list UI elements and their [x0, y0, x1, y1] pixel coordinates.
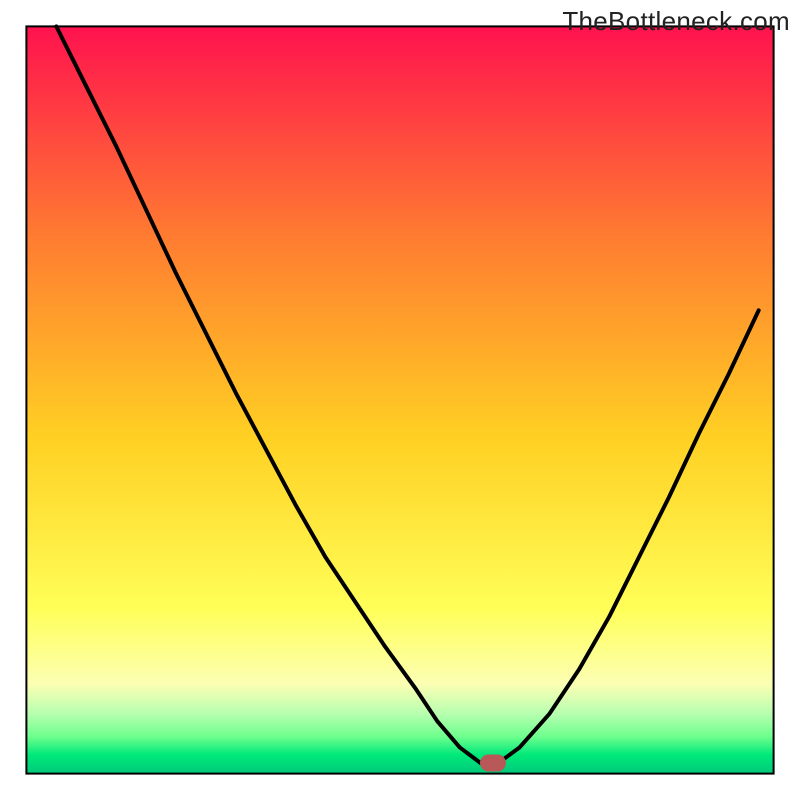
bottleneck-chart [0, 0, 800, 800]
plot-background [26, 26, 773, 773]
watermark-label: TheBottleneck.com [562, 6, 790, 37]
curve-marker [480, 755, 506, 772]
chart-container: TheBottleneck.com [0, 0, 800, 800]
